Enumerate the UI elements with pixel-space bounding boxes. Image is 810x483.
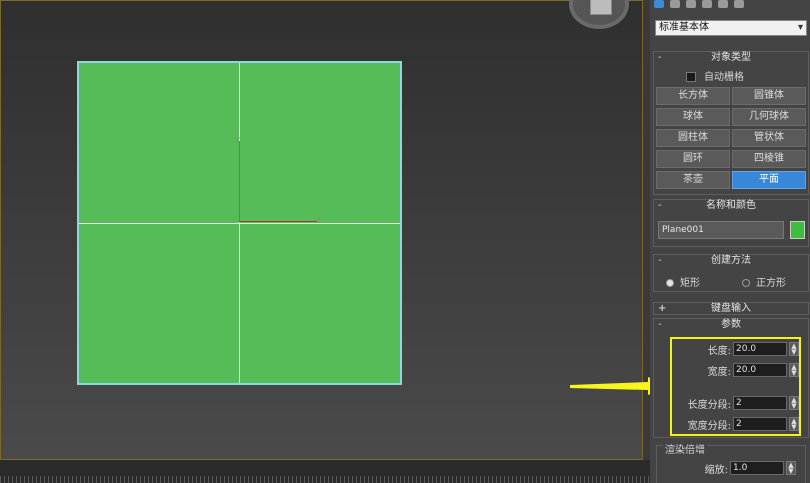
- tube-button[interactable]: 管状体: [732, 129, 806, 147]
- group-render-multipliers: 渲染倍增 缩放: 1.0 ▲ ▼: [656, 441, 806, 483]
- motion-tab-icon[interactable]: [702, 0, 712, 8]
- axis-y-line: [239, 141, 240, 221]
- autogrid-checkbox[interactable]: [686, 72, 696, 82]
- category-value: 标准基本体: [659, 22, 709, 33]
- rollout-header-creation-method[interactable]: - 创建方法: [654, 255, 808, 267]
- rollout-header-name-color[interactable]: - 名称和颜色: [654, 200, 808, 212]
- green-plane-object[interactable]: [77, 61, 402, 385]
- rollout-keyboard-entry[interactable]: + 键盘输入: [653, 302, 809, 315]
- rollout-header-object-type[interactable]: - 对象类型: [654, 52, 808, 64]
- teapot-button[interactable]: 茶壶: [656, 171, 730, 189]
- cylinder-button[interactable]: 圆柱体: [656, 129, 730, 147]
- viewcube[interactable]: [569, 0, 629, 29]
- axis-x-label: x: [317, 214, 322, 222]
- rollout-title: 参数: [721, 319, 741, 330]
- display-tab-icon[interactable]: [718, 0, 728, 8]
- radio-square[interactable]: 正方形: [742, 274, 786, 289]
- highlight-box: [670, 337, 801, 436]
- scale-label: 缩放:: [704, 465, 728, 476]
- create-tab-icon[interactable]: [654, 0, 664, 8]
- cone-button[interactable]: 圆锥体: [732, 87, 806, 105]
- autogrid-row[interactable]: 自动栅格: [686, 68, 744, 83]
- rollout-title: 名称和颜色: [706, 200, 756, 211]
- viewcube-face[interactable]: [590, 0, 612, 15]
- rollout-name-color: - 名称和颜色 Plane001: [653, 199, 809, 247]
- plane-segment-line-vertical: [239, 63, 240, 383]
- pyramid-button[interactable]: 四棱锥: [732, 150, 806, 168]
- collapse-toggle[interactable]: -: [658, 319, 662, 331]
- radio-label: 矩形: [680, 278, 700, 289]
- object-color-swatch[interactable]: [790, 221, 805, 239]
- object-name-field[interactable]: Plane001: [658, 221, 784, 239]
- radio-rectangle[interactable]: 矩形: [666, 274, 700, 289]
- rollout-header-parameters[interactable]: - 参数: [654, 319, 808, 331]
- collapse-toggle[interactable]: -: [658, 200, 662, 212]
- rollout-title: 键盘输入: [711, 303, 751, 314]
- rollout-title: 对象类型: [711, 52, 751, 63]
- axis-x-line: [239, 221, 317, 222]
- utilities-tab-icon[interactable]: [734, 0, 744, 8]
- autogrid-label: 自动栅格: [704, 72, 744, 83]
- panel-tab-strip: [654, 0, 794, 10]
- timeline-ruler[interactable]: [0, 476, 650, 483]
- hierarchy-tab-icon[interactable]: [686, 0, 696, 8]
- scale-spinner[interactable]: ▲ ▼: [786, 461, 796, 475]
- group-title: 渲染倍增: [663, 441, 707, 456]
- geosphere-button[interactable]: 几何球体: [732, 108, 806, 126]
- radio-button-selected[interactable]: [666, 279, 674, 287]
- rollout-title: 创建方法: [711, 255, 751, 266]
- torus-button[interactable]: 圆环: [656, 150, 730, 168]
- expand-toggle[interactable]: +: [658, 303, 666, 315]
- radio-label: 正方形: [756, 278, 786, 289]
- modify-tab-icon[interactable]: [670, 0, 680, 8]
- rollout-header-keyboard-entry[interactable]: + 键盘输入: [654, 303, 808, 315]
- plane-button[interactable]: 平面: [732, 171, 806, 189]
- rollout-creation-method: - 创建方法 矩形 正方形: [653, 254, 809, 292]
- axis-y-label: y: [236, 135, 241, 143]
- collapse-toggle[interactable]: -: [658, 52, 662, 64]
- chevron-down-icon: ▾: [797, 22, 803, 33]
- box-button[interactable]: 长方体: [656, 87, 730, 105]
- collapse-toggle[interactable]: -: [658, 255, 662, 267]
- scale-input[interactable]: 1.0: [730, 461, 784, 475]
- perspective-viewport[interactable]: y x: [0, 0, 643, 460]
- radio-button[interactable]: [742, 279, 750, 287]
- category-dropdown[interactable]: 标准基本体 ▾: [655, 20, 807, 36]
- rollout-object-type: - 对象类型 自动栅格 长方体 圆锥体 球体 几何球体 圆柱体 管状体 圆环 四…: [653, 51, 809, 195]
- sphere-button[interactable]: 球体: [656, 108, 730, 126]
